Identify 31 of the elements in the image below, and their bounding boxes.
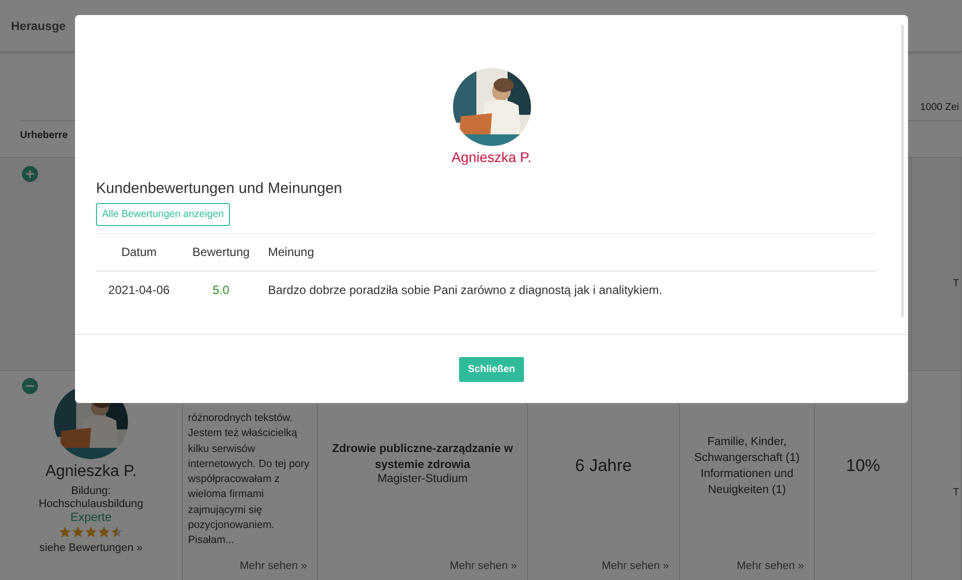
- more-link[interactable]: Mehr sehen »: [240, 560, 317, 572]
- description-text: różnorodnych tekstów. Jestem też właścicielką kilku serwisów internetowych. Do tej pory współpracowałam z wieloma firmami zajmującymi się pozycjonowaniem. Pisałam...: [187, 411, 310, 548]
- field-of-study: Zdrowie publiczne-zarządzanie w systemie zdrowia: [331, 442, 514, 473]
- column-header: Bewertung: [182, 234, 260, 271]
- column-header: Meinung: [260, 234, 876, 271]
- header-tab[interactable]: Herausge: [11, 18, 66, 32]
- topic-link[interactable]: Familie, Kinder, Schwangerschaft (1): [684, 434, 810, 466]
- all-reviews-button[interactable]: Alle Bewertungen anzeigen: [96, 203, 230, 226]
- discount-value: 10%: [846, 455, 880, 476]
- length-label: 1000 Zei: [920, 102, 960, 115]
- rating-cell: 5.0: [182, 271, 260, 308]
- opinion-cell: Bardzo dobrze poradziła sobie Pani zarówno z diagnostą jak i analitykiem.: [260, 271, 876, 308]
- close-button[interactable]: Schließen: [458, 357, 524, 382]
- education-value: Hochschulausbildung: [38, 498, 144, 510]
- author-name: Agnieszka P.: [45, 463, 137, 481]
- more-link[interactable]: Mehr sehen »: [602, 560, 679, 572]
- experience-value: 6 Jahre: [575, 455, 632, 476]
- column-header: Datum: [96, 234, 182, 271]
- reviews-link[interactable]: siehe Bewertungen »: [39, 542, 143, 554]
- date-cell: 2021-04-06: [96, 271, 182, 308]
- expand-icon[interactable]: [22, 166, 38, 182]
- topic-link[interactable]: Informationen und Neuigkeiten (1): [684, 466, 810, 498]
- more-link[interactable]: Mehr sehen »: [736, 560, 814, 572]
- section-heading: Kundenbewertungen und Meinungen: [96, 180, 344, 197]
- table-cell: T: [953, 278, 960, 289]
- more-link[interactable]: Mehr sehen »: [450, 560, 527, 572]
- level-label: Experte: [70, 510, 112, 524]
- education-label: Bildung:: [71, 485, 111, 497]
- degree-text: Magister-Studium: [376, 473, 469, 485]
- collapse-icon[interactable]: [22, 378, 38, 394]
- table-cell: T: [953, 487, 960, 498]
